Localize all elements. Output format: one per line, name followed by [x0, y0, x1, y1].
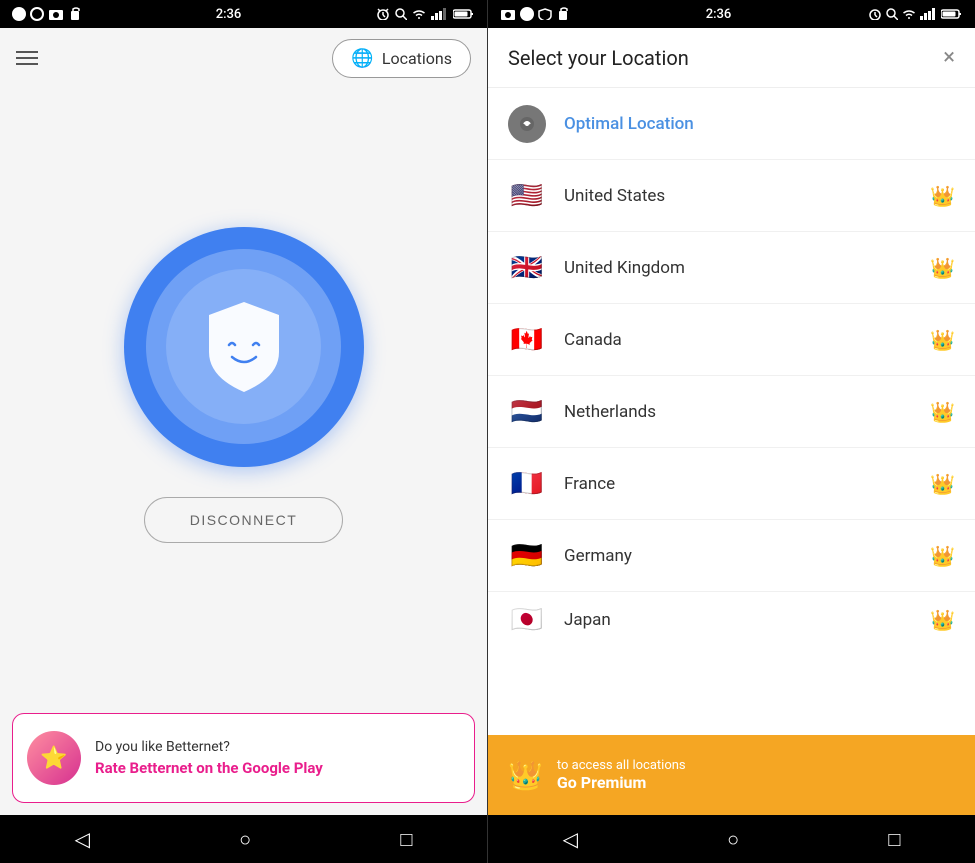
left-status-bar: 2:36 — [0, 0, 487, 28]
left-status-right — [375, 8, 475, 20]
recent-button[interactable]: □ — [400, 827, 412, 852]
right-bottom-nav: ◁ ○ □ — [488, 815, 975, 863]
location-name-fr: France — [564, 474, 930, 494]
banner-text-container: Do you like Betternet? Rate Betternet on… — [95, 739, 460, 777]
right-back-button[interactable]: ◁ — [563, 827, 578, 851]
hamburger-line-1 — [16, 51, 38, 53]
disconnect-button[interactable]: DISCONNECT — [144, 497, 344, 543]
right-header: Select your Location × — [488, 28, 975, 88]
r-dot-1 — [520, 7, 534, 21]
premium-crown-fr: 👑 — [930, 472, 955, 496]
premium-crown-nl: 👑 — [930, 400, 955, 424]
r-key-icon — [886, 8, 898, 20]
premium-crown-de: 👑 — [930, 544, 955, 568]
premium-crown-icon: 👑 — [508, 759, 543, 792]
right-header-title: Select your Location — [508, 46, 689, 70]
outer-circle[interactable] — [124, 227, 364, 467]
location-item-gb[interactable]: 🇬🇧 United Kingdom 👑 — [488, 232, 975, 304]
r-alarm-icon — [867, 8, 883, 20]
flag-gb: 🇬🇧 — [508, 249, 546, 287]
right-panel: 2:36 Select your Location × Optimal Loca… — [488, 0, 975, 863]
right-home-button[interactable]: ○ — [727, 827, 739, 852]
location-name-de: Germany — [564, 546, 930, 566]
key-icon — [395, 8, 407, 20]
location-item-nl[interactable]: 🇳🇱 Netherlands 👑 — [488, 376, 975, 448]
right-recent-button[interactable]: □ — [888, 827, 900, 852]
shield-area: DISCONNECT — [0, 88, 487, 701]
battery-icon — [453, 8, 475, 20]
left-status-icons — [12, 7, 82, 21]
shield-icon — [199, 297, 289, 397]
r-signal-icon — [920, 8, 938, 20]
left-top-bar: 🌐 Locations — [0, 28, 487, 88]
optimal-icon — [508, 105, 546, 143]
location-name-gb: United Kingdom — [564, 258, 930, 278]
inner-circle — [166, 269, 321, 424]
hamburger-menu[interactable] — [16, 51, 38, 65]
hamburger-line-2 — [16, 57, 38, 59]
middle-circle — [146, 249, 341, 444]
status-circle-1 — [12, 7, 26, 21]
premium-crown-ca: 👑 — [930, 328, 955, 352]
location-name-ca: Canada — [564, 330, 930, 350]
location-name-us: United States — [564, 186, 930, 206]
location-item-fr[interactable]: 🇫🇷 France 👑 — [488, 448, 975, 520]
status-circle-2 — [30, 7, 44, 21]
right-status-icons — [867, 8, 963, 20]
photo-icon — [48, 8, 64, 20]
left-panel: 2:36 🌐 Locations — [0, 0, 487, 863]
r-wifi-icon — [901, 8, 917, 20]
home-button[interactable]: ○ — [239, 827, 251, 852]
r-battery-icon — [941, 8, 963, 20]
r-shield-icon — [538, 8, 552, 20]
location-item-ca[interactable]: 🇨🇦 Canada 👑 — [488, 304, 975, 376]
premium-banner[interactable]: 👑 to access all locations Go Premium — [488, 735, 975, 815]
banner-title: Do you like Betternet? — [95, 739, 460, 755]
location-item-us[interactable]: 🇺🇸 United States 👑 — [488, 160, 975, 232]
globe-icon: 🌐 — [351, 48, 373, 69]
locations-btn-label: Locations — [382, 49, 452, 68]
flag-jp: 🇯🇵 — [508, 601, 546, 639]
flag-us: 🇺🇸 — [508, 177, 546, 215]
right-status-left — [500, 7, 570, 21]
rate-banner[interactable]: ⭐ Do you like Betternet? Rate Betternet … — [12, 713, 475, 803]
bag-icon — [68, 7, 82, 21]
close-button[interactable]: × — [943, 45, 955, 70]
premium-crown-us: 👑 — [930, 184, 955, 208]
signal-icon — [431, 8, 449, 20]
right-status-bar: 2:36 — [488, 0, 975, 28]
premium-banner-top: to access all locations — [557, 758, 686, 773]
wifi-icon — [411, 8, 427, 20]
alarm-icon — [375, 8, 391, 20]
premium-banner-bottom: Go Premium — [557, 773, 686, 792]
flag-fr: 🇫🇷 — [508, 465, 546, 503]
left-time: 2:36 — [216, 7, 242, 22]
back-button[interactable]: ◁ — [75, 827, 90, 851]
flag-ca: 🇨🇦 — [508, 321, 546, 359]
premium-crown-jp: 👑 — [930, 608, 955, 632]
premium-crown-gb: 👑 — [930, 256, 955, 280]
flag-nl: 🇳🇱 — [508, 393, 546, 431]
banner-icon: ⭐ — [27, 731, 81, 785]
right-time: 2:36 — [706, 7, 732, 22]
location-item-de[interactable]: 🇩🇪 Germany 👑 — [488, 520, 975, 592]
hamburger-line-3 — [16, 63, 38, 65]
optimal-arrow-icon — [518, 115, 536, 133]
location-list: Optimal Location 🇺🇸 United States 👑 🇬🇧 U… — [488, 88, 975, 735]
left-bottom-nav: ◁ ○ □ — [0, 815, 487, 863]
star-icon: ⭐ — [40, 746, 67, 771]
r-bag-icon — [556, 7, 570, 21]
banner-subtitle: Rate Betternet on the Google Play — [95, 759, 460, 777]
flag-de: 🇩🇪 — [508, 537, 546, 575]
locations-button[interactable]: 🌐 Locations — [332, 39, 471, 78]
location-item-jp[interactable]: 🇯🇵 Japan 👑 — [488, 592, 975, 647]
location-name-nl: Netherlands — [564, 402, 930, 422]
optimal-location-name: Optimal Location — [564, 114, 955, 134]
location-name-jp: Japan — [564, 610, 930, 630]
r-photo-icon — [500, 8, 516, 20]
premium-text-container: to access all locations Go Premium — [557, 758, 686, 792]
location-item-optimal[interactable]: Optimal Location — [488, 88, 975, 160]
